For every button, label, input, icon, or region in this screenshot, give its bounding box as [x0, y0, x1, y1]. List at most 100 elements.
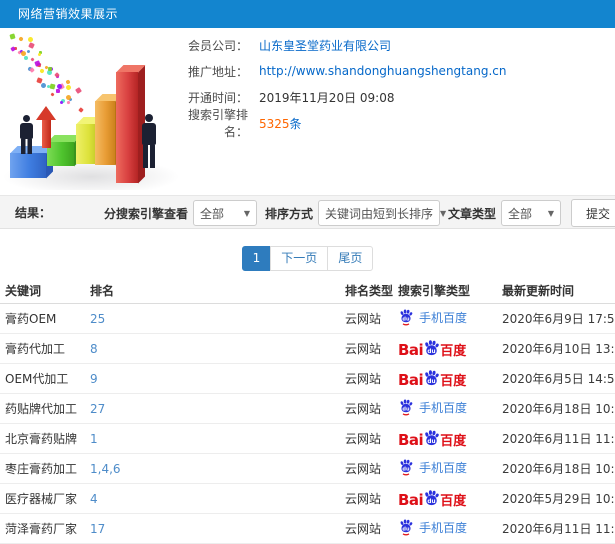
- open-time-label: 开通时间：: [187, 90, 248, 105]
- engine-type-cell: du 手机百度: [398, 393, 502, 424]
- results-table-body: 膏药OEM 25 云网站 du 手机百度 2020年6月9日 17:50 膏药代…: [0, 303, 615, 544]
- info-row-url: 推广地址： http://www.shandonghuangshengtang.…: [168, 58, 613, 84]
- filter-controls: 分搜索引擎查看 全部 ▼ 排序方式 关键词由短到长排序 ▼ 文章类型 全部 ▼ …: [96, 199, 615, 227]
- submit-button[interactable]: 提交: [571, 199, 615, 227]
- col-header-update-time: 最新更新时间: [502, 278, 615, 304]
- baidu-paw-icon: du: [400, 309, 413, 326]
- col-header-keyword: 关键词: [0, 278, 90, 304]
- keyword-cell: 枣庄膏药加工: [0, 453, 90, 484]
- rank-link[interactable]: 17: [90, 513, 345, 544]
- engine-type-cell: du 手机百度: [398, 513, 502, 544]
- engine-filter-label: 分搜索引擎查看: [103, 206, 188, 221]
- rank-type-cell: 云网站: [345, 333, 398, 364]
- rank-count-label: 搜索引擎排名：: [187, 108, 248, 139]
- sort-order-label: 排序方式: [264, 206, 313, 221]
- promo-url-label: 推广地址：: [187, 64, 248, 79]
- update-time-cell: 2020年6月11日 11:18: [502, 423, 615, 454]
- table-row: 膏药代加工 8 云网站 Bai du 百度 2020年6月10日 13:40: [0, 333, 615, 364]
- info-row-company: 会员公司： 山东皇圣堂药业有限公司: [168, 32, 613, 58]
- col-header-rank-type: 排名类型: [345, 278, 398, 304]
- update-time-cell: 2020年6月10日 13:40: [502, 333, 615, 364]
- graphic-bar-blue: [10, 146, 53, 178]
- engine-type-cell: Bai du 百度: [398, 423, 502, 454]
- keyword-cell: 药贴牌代加工: [0, 393, 90, 424]
- rank-type-cell: 云网站: [345, 393, 398, 424]
- baidu-paw-icon: du: [425, 430, 439, 446]
- col-header-rank: 排名: [90, 278, 345, 304]
- rank-link[interactable]: 4: [90, 483, 345, 514]
- rank-type-cell: 云网站: [345, 513, 398, 544]
- page-title: 网络营销效果展示: [18, 7, 119, 21]
- baidu-paw-icon: du: [425, 490, 439, 506]
- rank-type-cell: 云网站: [345, 363, 398, 394]
- table-row: 枣庄膏药加工 1,4,6 云网站 du 手机百度 2020年6月18日 10:1…: [0, 453, 615, 484]
- page-title-bar: 网络营销效果展示: [0, 0, 615, 28]
- graphic-bar-red: [116, 65, 145, 183]
- graphic-bar-orange: [95, 94, 122, 165]
- keyword-cell: 膏药代加工: [0, 333, 90, 364]
- svg-text:du: du: [428, 349, 436, 355]
- table-header-row: 关键词 排名 排名类型 搜索引擎类型 最新更新时间: [0, 278, 615, 304]
- update-time-cell: 2020年6月5日 14:57: [502, 363, 615, 394]
- chevron-down-icon: ▼: [547, 208, 554, 218]
- last-page-button[interactable]: 尾页: [327, 246, 374, 271]
- rank-link[interactable]: 9: [90, 363, 345, 394]
- businessman-figure-left: [17, 115, 35, 154]
- engine-type-cell: du 手机百度: [398, 453, 502, 484]
- keyword-cell: 医疗器械厂家: [0, 483, 90, 514]
- rank-type-cell: 云网站: [345, 303, 398, 334]
- engine-filter-select[interactable]: 全部 ▼: [192, 200, 257, 226]
- rank-link[interactable]: 1: [90, 423, 345, 454]
- company-link[interactable]: 山东皇圣堂药业有限公司: [259, 37, 391, 54]
- engine-filter-value: 全部: [199, 206, 224, 221]
- rank-type-cell: 云网站: [345, 483, 398, 514]
- promo-url-link[interactable]: http://www.shandonghuangshengtang.cn: [259, 64, 506, 78]
- open-time-value: 2019年11月20日 09:08: [259, 90, 395, 105]
- pagination: 1 下一页 尾页: [0, 246, 615, 271]
- chevron-down-icon: ▼: [243, 208, 250, 218]
- mobile-baidu-logo: du 手机百度: [398, 458, 467, 476]
- results-table: 关键词 排名 排名类型 搜索引擎类型 最新更新时间 膏药OEM 25 云网站 d…: [0, 278, 615, 544]
- keyword-cell: 北京膏药贴牌: [0, 423, 90, 454]
- svg-text:du: du: [428, 499, 436, 505]
- result-label: 结果：: [15, 205, 52, 220]
- mobile-baidu-logo: du 手机百度: [398, 308, 467, 326]
- update-time-cell: 2020年6月18日 10:25: [502, 393, 615, 424]
- page-number-current[interactable]: 1: [241, 246, 272, 271]
- baidu-paw-icon: du: [400, 519, 413, 536]
- update-time-cell: 2020年6月11日 11:40: [502, 513, 615, 544]
- keyword-cell: 膏药OEM: [0, 303, 90, 334]
- table-row: 药贴牌代加工 27 云网站 du 手机百度 2020年6月18日 10:25: [0, 393, 615, 424]
- baidu-paw-icon: du: [425, 370, 439, 386]
- sort-order-select[interactable]: 关键词由短到长排序 ▼: [317, 200, 446, 226]
- engine-type-cell: Bai du 百度: [398, 363, 502, 394]
- marketing-bar-graphic: [0, 30, 185, 190]
- table-row: 医疗器械厂家 4 云网站 Bai du 百度 2020年5月29日 10:32: [0, 483, 615, 514]
- table-row: 北京膏药贴牌 1 云网站 Bai du 百度 2020年6月11日 11:18: [0, 423, 615, 454]
- col-header-engine-type: 搜索引擎类型: [398, 278, 502, 304]
- baidu-paw-icon: du: [400, 399, 413, 416]
- article-type-label: 文章类型: [447, 206, 496, 221]
- company-label: 会员公司：: [187, 38, 248, 53]
- article-type-select[interactable]: 全部 ▼: [501, 200, 561, 226]
- update-time-cell: 2020年6月18日 10:19: [502, 453, 615, 484]
- baidu-logo: Bai du 百度: [398, 370, 467, 389]
- svg-text:du: du: [402, 526, 410, 532]
- rank-link[interactable]: 8: [90, 333, 345, 364]
- rank-link[interactable]: 25: [90, 303, 345, 334]
- next-page-button[interactable]: 下一页: [270, 246, 329, 271]
- rank-type-cell: 云网站: [345, 453, 398, 484]
- sort-order-value: 关键词由短到长排序: [324, 206, 433, 221]
- chevron-down-icon: ▼: [440, 208, 447, 218]
- keyword-cell: 菏泽膏药厂家: [0, 513, 90, 544]
- info-row-rank-count: 搜索引擎排名： 5325条: [168, 108, 613, 139]
- baidu-logo: Bai du 百度: [398, 430, 467, 449]
- rank-link[interactable]: 1,4,6: [90, 453, 345, 484]
- svg-text:du: du: [428, 379, 436, 385]
- rank-link[interactable]: 27: [90, 393, 345, 424]
- update-time-cell: 2020年5月29日 10:32: [502, 483, 615, 514]
- engine-type-cell: du 手机百度: [398, 303, 502, 334]
- svg-text:du: du: [402, 316, 410, 322]
- svg-text:du: du: [402, 406, 410, 412]
- rank-count-unit: 条: [289, 116, 302, 131]
